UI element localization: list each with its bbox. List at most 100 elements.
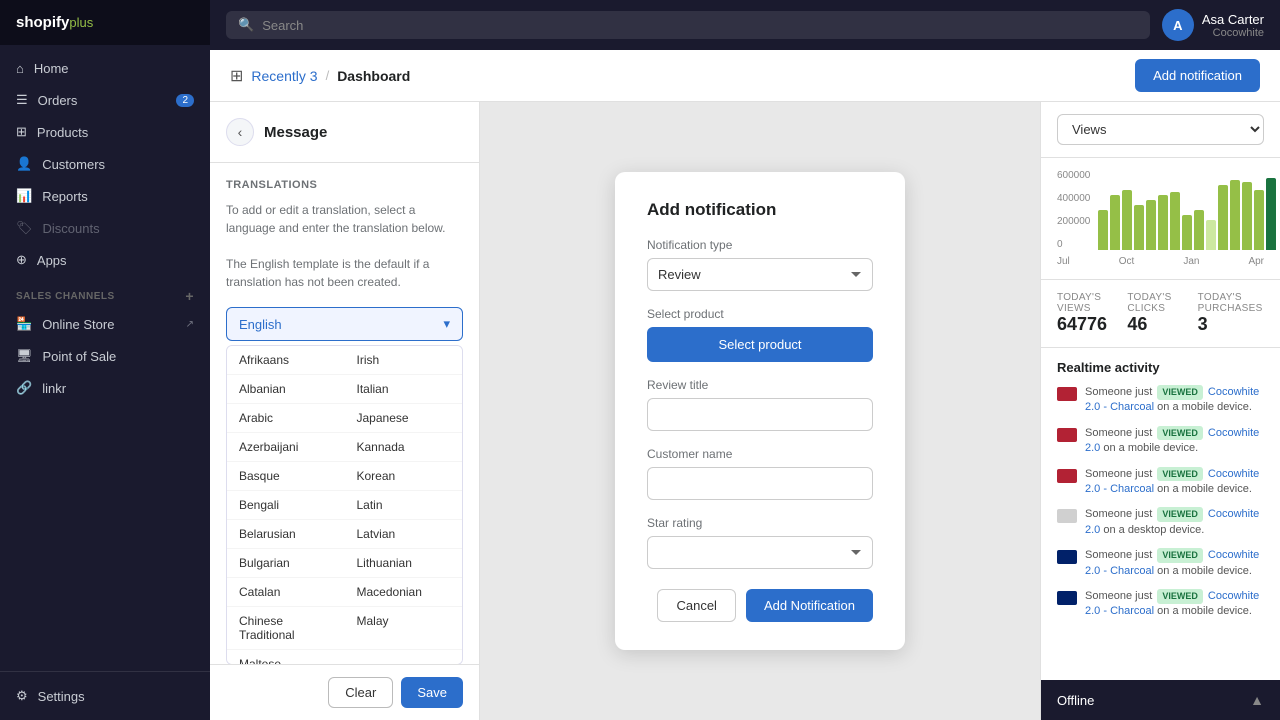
translations-label: TRANSLATIONS [226, 179, 463, 191]
sidebar-item-reports[interactable]: 📊 Reports [0, 180, 210, 212]
cancel-button[interactable]: Cancel [657, 589, 735, 622]
add-channel-icon[interactable]: + [185, 288, 194, 304]
activity-item: Someone just VIEWED Cocowhite 2.0 on a d… [1057, 507, 1264, 538]
settings-icon: ⚙ [16, 688, 28, 704]
back-button[interactable]: ‹ [226, 118, 254, 146]
review-title-input[interactable] [647, 398, 873, 431]
breadcrumb: ⊞ Recently 3 / Dashboard [230, 66, 410, 86]
chart-x-labels: Jul Oct Jan Apr [1057, 256, 1264, 267]
lang-item[interactable]: Bengali [227, 491, 345, 520]
customer-name-label: Customer name [647, 447, 873, 461]
sidebar-item-linkr[interactable]: 🔗 linkr [0, 372, 210, 404]
breadcrumb-recently[interactable]: Recently 3 [251, 68, 317, 84]
chart-bar [1182, 215, 1192, 250]
lang-item[interactable]: Azerbaijani [227, 433, 345, 462]
activity-item: Someone just VIEWED Cocowhite 2.0 - Char… [1057, 589, 1264, 620]
lang-item[interactable]: Korean [345, 462, 463, 491]
viewed-badge: VIEWED [1157, 548, 1203, 563]
sidebar-item-apps[interactable]: ⊕ Apps [0, 244, 210, 276]
lang-item[interactable]: Chinese Traditional [227, 607, 345, 650]
views-value: 64776 [1057, 314, 1123, 335]
discounts-icon: 🏷 [16, 220, 33, 236]
right-panel: Views 600000 400000 200000 0 [1040, 102, 1280, 720]
lang-item[interactable]: Italian [345, 375, 463, 404]
collapse-icon[interactable]: ▲ [1250, 692, 1264, 708]
sidebar-item-discounts: 🏷 Discounts [0, 212, 210, 244]
lang-item[interactable]: Arabic [227, 404, 345, 433]
lang-item[interactable]: Albanian [227, 375, 345, 404]
sidebar-item-online-store[interactable]: 🏪 Online Store ↗ [0, 308, 210, 340]
sidebar-item-pos[interactable]: 🖥 Point of Sale [0, 340, 210, 372]
views-label: TODAY'SVIEWS [1057, 292, 1123, 314]
viewed-badge: VIEWED [1157, 507, 1203, 522]
message-panel: ‹ Message TRANSLATIONS To add or edit a … [210, 102, 480, 720]
realtime-title: Realtime activity [1057, 360, 1264, 375]
purchases-label: TODAY'SPURCHASES [1198, 292, 1264, 314]
sidebar-item-orders[interactable]: ☰ Orders 2 [0, 84, 210, 116]
stat-clicks: TODAY'SCLICKS 46 [1127, 292, 1193, 335]
lang-item[interactable]: Kannada [345, 433, 463, 462]
language-dropdown[interactable]: English ▾ [226, 307, 463, 341]
lang-item[interactable]: Maltese [227, 650, 345, 664]
activity-text: Someone just VIEWED Cocowhite 2.0 - Char… [1085, 548, 1264, 579]
purchases-value: 3 [1198, 314, 1264, 335]
sidebar-item-home[interactable]: ⌂ Home [0, 53, 210, 84]
lang-item[interactable]: Irish [345, 346, 463, 375]
activity-item: Someone just VIEWED Cocowhite 2.0 on a m… [1057, 426, 1264, 457]
apps-icon: ⊕ [16, 252, 27, 268]
breadcrumb-bar: ⊞ Recently 3 / Dashboard Add notificatio… [210, 50, 1280, 102]
flag-icon [1057, 428, 1077, 442]
y-label-0: 0 [1057, 239, 1090, 250]
lang-item[interactable]: Afrikaans [227, 346, 345, 375]
lang-item[interactable]: Catalan [227, 578, 345, 607]
grid-icon: ⊞ [230, 66, 243, 86]
offline-label: Offline [1057, 693, 1094, 708]
panel-title: Message [264, 124, 327, 141]
lang-item[interactable]: Basque [227, 462, 345, 491]
lang-item[interactable]: Belarusian [227, 520, 345, 549]
views-select[interactable]: Views [1057, 114, 1264, 145]
review-title-label: Review title [647, 378, 873, 392]
lang-item[interactable]: Bulgarian [227, 549, 345, 578]
x-label-jan: Jan [1183, 256, 1199, 267]
clear-button[interactable]: Clear [328, 677, 393, 708]
chart-bar [1254, 190, 1264, 250]
user-store: Cocowhite [1202, 27, 1264, 39]
notification-type-label: Notification type [647, 238, 873, 252]
add-notification-button[interactable]: Add notification [1135, 59, 1260, 92]
star-rating-select[interactable] [647, 536, 873, 569]
activity-item: Someone just VIEWED Cocowhite 2.0 - Char… [1057, 548, 1264, 579]
chart-bar [1218, 185, 1228, 250]
realtime-section: Realtime activity Someone just VIEWED Co… [1041, 348, 1280, 680]
save-button[interactable]: Save [401, 677, 463, 708]
sidebar-item-settings[interactable]: ⚙ Settings [0, 680, 210, 712]
star-rating-group: Star rating [647, 516, 873, 569]
notification-type-select[interactable]: Review [647, 258, 873, 291]
lang-item[interactable]: Latin [345, 491, 463, 520]
sidebar-item-products[interactable]: ⊞ Products [0, 116, 210, 148]
select-product-button[interactable]: Select product [647, 327, 873, 362]
search-icon: 🔍 [238, 17, 254, 33]
lang-item[interactable]: Malay [345, 607, 463, 650]
products-icon: ⊞ [16, 124, 27, 140]
stat-views: TODAY'SVIEWS 64776 [1057, 292, 1123, 335]
search-input[interactable] [262, 18, 1138, 33]
chart-bar [1230, 180, 1240, 250]
lang-item[interactable]: Japanese [345, 404, 463, 433]
add-notification-submit-button[interactable]: Add Notification [746, 589, 873, 622]
activity-item: Someone just VIEWED Cocowhite 2.0 - Char… [1057, 467, 1264, 498]
customer-name-input[interactable] [647, 467, 873, 500]
breadcrumb-separator: / [326, 68, 330, 83]
flag-icon [1057, 591, 1077, 605]
lang-item[interactable]: Macedonian [345, 578, 463, 607]
select-product-group: Select product Select product [647, 307, 873, 362]
pos-icon: 🖥 [16, 348, 33, 364]
viewed-badge: VIEWED [1157, 467, 1203, 482]
lang-item[interactable]: Latvian [345, 520, 463, 549]
sidebar-item-customers[interactable]: 👤 Customers [0, 148, 210, 180]
lang-item[interactable]: Lithuanian [345, 549, 463, 578]
chart-bar [1122, 190, 1132, 250]
language-list: AfrikaansIrishAlbanianItalianArabicJapan… [226, 345, 463, 664]
search-bar[interactable]: 🔍 [226, 11, 1150, 39]
activity-text: Someone just VIEWED Cocowhite 2.0 on a m… [1085, 426, 1264, 457]
